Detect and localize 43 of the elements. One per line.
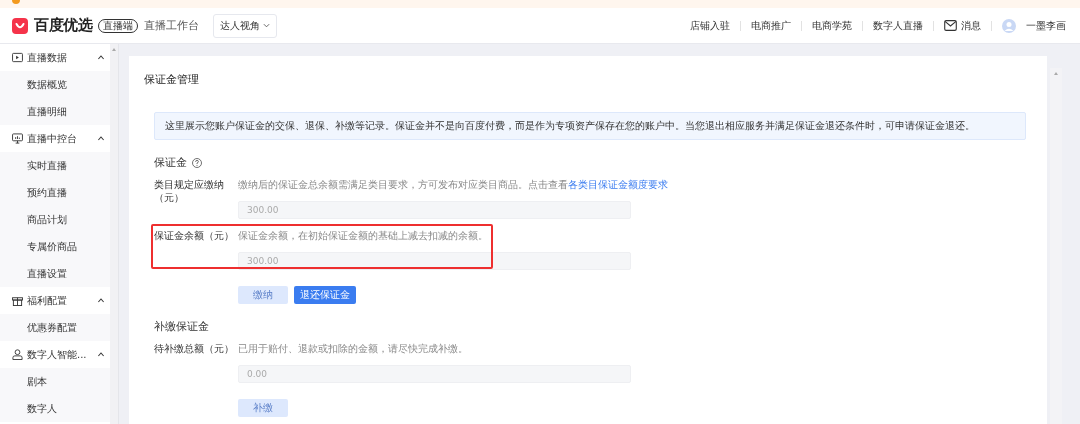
workspace-title: 直播工作台 [144, 18, 199, 33]
menu-item[interactable]: 预约直播 [0, 179, 110, 206]
messages-link[interactable]: 消息 [961, 18, 981, 33]
video-icon [12, 52, 23, 63]
scroll-up-icon[interactable] [112, 48, 116, 51]
user-name[interactable]: 一墨李画 [1026, 18, 1066, 33]
field-hint: 保证金余额，在初始保证金额的基础上减去扣减的余额。 [238, 229, 489, 242]
info-notice: 这里展示您账户保证金的交保、退保、补缴等记录。保证金并不是向百度付费，而是作为专项资产保存在您的账户中。当您退出相应服务并满足保证金退还条件时，可申请保证金退还。 [154, 112, 1026, 140]
menu-item[interactable]: 专属价商品 [0, 233, 110, 260]
menu-item[interactable]: 商品计划 [0, 206, 110, 233]
page-title: 保证金管理 [144, 72, 200, 87]
menu-item[interactable]: 直播明细 [0, 98, 110, 125]
menu-item[interactable]: 数字人 [0, 395, 110, 422]
gift-icon [12, 295, 23, 306]
field-label: 待补缴总额（元） [154, 342, 235, 356]
mail-icon[interactable] [944, 20, 957, 31]
nav-link[interactable]: 数字人直播 [873, 18, 923, 33]
menu-item[interactable]: 直播设置 [0, 260, 110, 287]
action-button[interactable]: 退还保证金 [294, 286, 356, 304]
field-label: 保证金余额（元） [154, 229, 235, 243]
logo-icon [12, 17, 28, 34]
nav-link[interactable]: 电商推广 [751, 18, 791, 33]
menu-item[interactable]: 实时直播 [0, 152, 110, 179]
scrollbar[interactable] [110, 44, 119, 424]
logo-text: 百度优选 [34, 16, 92, 35]
monitor-icon [12, 133, 23, 144]
menu-item[interactable]: 剧本 [0, 368, 110, 395]
help-icon[interactable] [192, 157, 202, 168]
menu-item[interactable]: 优惠券配置 [0, 314, 110, 341]
field-label: 类目规定应缴纳（元） [154, 178, 225, 205]
menu-item[interactable]: 数据概览 [0, 71, 110, 98]
scroll-up-icon[interactable] [1054, 72, 1058, 75]
field-hint: 已用于赔付、退款或扣除的金额，请尽快完成补缴。 [238, 342, 469, 355]
view-select[interactable]: 达人视角 [213, 13, 277, 38]
person-icon [12, 349, 23, 360]
section-title: 补缴保证金 [154, 319, 209, 334]
nav-link[interactable]: 店铺入驻 [690, 18, 730, 33]
chevron-down-icon [263, 22, 270, 29]
field-hint: 缴纳后的保证金总余额需满足类目要求，方可发布对应类目商品。点击查看各类目保证金额度要求 [238, 178, 668, 191]
section-title: 保证金 [154, 155, 187, 170]
nav-link[interactable]: 电商学苑 [812, 18, 852, 33]
scrollbar[interactable] [1050, 68, 1062, 424]
avatar-icon[interactable] [1002, 18, 1016, 33]
